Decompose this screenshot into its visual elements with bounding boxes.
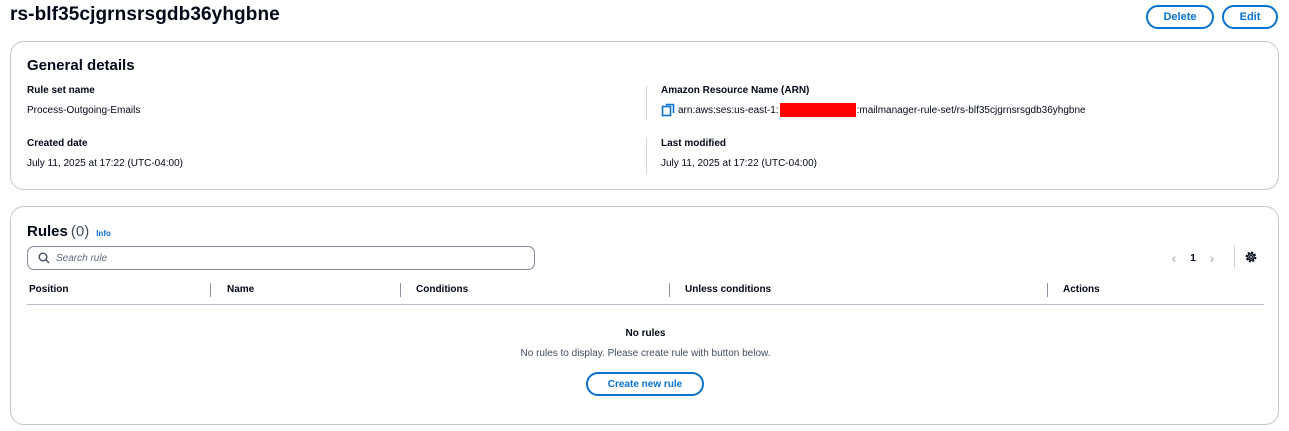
- delete-button[interactable]: Delete: [1146, 5, 1214, 29]
- general-details-title: General details: [27, 57, 135, 74]
- arn-value: arn:aws:ses:us-east-1: :mailmanager-rule…: [661, 103, 1086, 117]
- table-header-divider: [27, 304, 1264, 305]
- search-rule-field[interactable]: [27, 246, 535, 270]
- column-header-unless-conditions[interactable]: Unless conditions: [685, 284, 771, 295]
- page-number[interactable]: 1: [1181, 253, 1205, 264]
- gear-icon[interactable]: [1244, 250, 1258, 264]
- redacted-account-id: [779, 103, 856, 117]
- arn-prefix: arn:aws:ses:us-east-1:: [678, 104, 779, 116]
- rule-set-detail-page: rs-blf35cjgrnsrsgdb36yhgbne Delete Edit …: [0, 0, 1289, 431]
- chevron-right-icon[interactable]: ›: [1205, 250, 1219, 266]
- rules-container: Rules (0) Info ‹ 1 › Position Name Condi: [10, 206, 1279, 425]
- column-header-actions[interactable]: Actions: [1063, 284, 1100, 295]
- info-link[interactable]: Info: [96, 229, 111, 238]
- created-date-value: July 11, 2025 at 17:22 (UTC-04:00): [27, 158, 184, 169]
- last-modified-label: Last modified: [661, 138, 727, 149]
- rule-set-name-value: Process-Outgoing-Emails: [27, 105, 141, 116]
- general-details-container: General details Rule set name Process-Ou…: [10, 41, 1279, 190]
- pager-divider: [1234, 245, 1235, 269]
- column-header-name[interactable]: Name: [227, 284, 254, 295]
- create-new-rule-button[interactable]: Create new rule: [586, 372, 704, 396]
- arn-suffix: :mailmanager-rule-set/rs-blf35cjgrnsrsgd…: [856, 104, 1086, 116]
- empty-state-description: No rules to display. Please create rule …: [520, 348, 771, 359]
- last-modified-value: July 11, 2025 at 17:22 (UTC-04:00): [661, 158, 818, 169]
- column-header-conditions[interactable]: Conditions: [416, 284, 468, 295]
- rule-set-name-label: Rule set name: [27, 85, 95, 96]
- column-divider: [646, 86, 647, 120]
- copy-icon[interactable]: [661, 103, 675, 117]
- search-rule-input[interactable]: [56, 252, 516, 264]
- empty-state-title: No rules: [625, 328, 666, 339]
- column-resizer[interactable]: [210, 283, 211, 297]
- column-divider: [646, 138, 647, 174]
- column-resizer[interactable]: [1047, 283, 1048, 297]
- pagination: ‹ 1 ›: [1167, 247, 1219, 269]
- column-resizer[interactable]: [400, 283, 401, 297]
- column-header-position[interactable]: Position: [29, 284, 68, 295]
- rules-title: Rules: [27, 223, 68, 240]
- page-title: rs-blf35cjgrnsrsgdb36yhgbne: [10, 4, 280, 25]
- chevron-left-icon[interactable]: ‹: [1167, 250, 1181, 266]
- column-resizer[interactable]: [669, 283, 670, 297]
- arn-label: Amazon Resource Name (ARN): [661, 85, 810, 96]
- rules-header: Rules (0) Info: [27, 223, 111, 240]
- created-date-label: Created date: [27, 138, 88, 149]
- edit-button[interactable]: Edit: [1222, 5, 1278, 29]
- search-icon: [38, 252, 50, 264]
- rules-count: (0): [70, 223, 90, 240]
